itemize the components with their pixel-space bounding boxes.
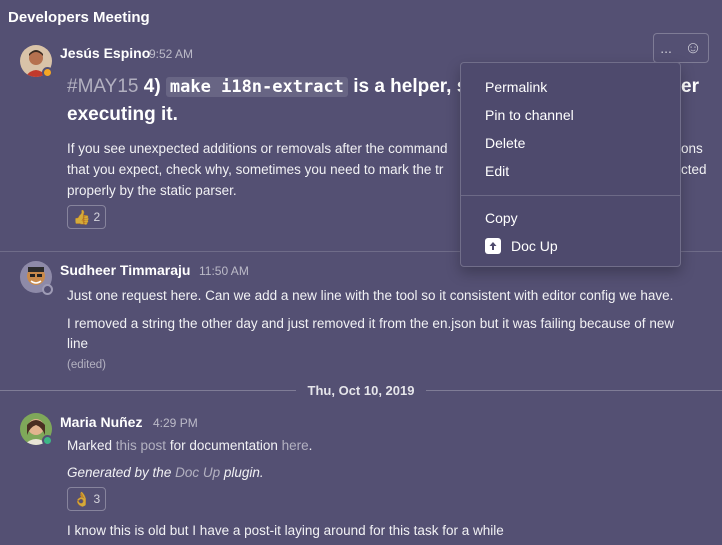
reaction-count: 3 [93, 492, 101, 506]
post-body-line1-tail: ons [681, 141, 703, 156]
post-actions: ... ☺ [653, 33, 709, 63]
channel-title: Developers Meeting [8, 9, 150, 26]
menu-item-copy[interactable]: Copy [461, 204, 680, 232]
status-away-icon [42, 67, 53, 78]
generated-suffix: plugin. [220, 465, 264, 480]
emoji-reaction-icon[interactable]: ☺ [684, 38, 701, 58]
heading-tail: er [681, 76, 699, 97]
post-body-line1: If you see unexpected additions or remov… [67, 141, 448, 156]
post-body-line3: line [67, 336, 89, 351]
post-body-line2-tail: cted [681, 162, 707, 177]
post-time[interactable]: 11:50 AM [199, 264, 249, 278]
edited-indicator: (edited) [67, 359, 106, 371]
post-author[interactable]: Jesús Espino [60, 45, 150, 61]
thumbsup-icon: 👍 [73, 208, 91, 225]
post-body-line2: I removed a string the other day and jus… [67, 316, 675, 331]
reaction-count: 2 [93, 210, 101, 224]
reaction-ok-hand[interactable]: 👌 3 [67, 487, 107, 511]
this-post-link[interactable]: this post [116, 438, 166, 453]
more-actions-icon[interactable]: ... [660, 40, 672, 56]
inline-code: make i18n-extract [165, 77, 348, 97]
post-author[interactable]: Maria Nuñez [60, 414, 142, 430]
upload-icon [485, 238, 501, 254]
post-body-generated: Generated by the Doc Up plugin. [67, 462, 264, 483]
here-link[interactable]: here [282, 438, 309, 453]
generated-prefix: Generated by the [67, 465, 176, 480]
marked-mid: for documentation [166, 438, 282, 453]
post-dot-menu: Permalink Pin to channel Delete Edit Cop… [460, 62, 681, 267]
menu-item-doc-up-label: Doc Up [511, 238, 558, 254]
menu-item-edit[interactable]: Edit [461, 157, 680, 185]
heading-mid: is a helper, s [347, 76, 468, 97]
post-body-marked: Marked this post for documentation here. [67, 435, 312, 456]
hashtag-link[interactable]: #MAY15 [67, 76, 138, 97]
post-body-last: I know this is old but I have a post-it … [67, 523, 504, 538]
date-separator-label: Thu, Oct 10, 2019 [307, 382, 415, 398]
post-heading-line2: executing it. [67, 104, 178, 125]
menu-divider [461, 195, 680, 196]
menu-item-doc-up[interactable]: Doc Up [461, 232, 680, 260]
menu-item-pin-to-channel[interactable]: Pin to channel [461, 101, 680, 129]
reaction-thumbsup[interactable]: 👍 2 [67, 205, 107, 229]
status-offline-icon [42, 284, 53, 295]
post-body-line2: that you expect, check why, sometimes yo… [67, 162, 444, 177]
marked-prefix: Marked [67, 438, 116, 453]
date-separator: Thu, Oct 10, 2019 [0, 381, 722, 399]
status-online-icon [42, 435, 53, 446]
ok-hand-icon: 👌 [73, 490, 91, 507]
post-body-line1: Just one request here. Can we add a new … [67, 288, 674, 303]
post-body-line3: properly by the static parser. [67, 183, 237, 198]
heading-prefix: 4) [138, 76, 166, 97]
menu-item-permalink[interactable]: Permalink [461, 73, 680, 101]
menu-item-delete[interactable]: Delete [461, 129, 680, 157]
marked-end: . [308, 438, 313, 453]
doc-up-link[interactable]: Doc Up [175, 465, 220, 480]
post-time[interactable]: 9:52 AM [149, 47, 193, 61]
post-author[interactable]: Sudheer Timmaraju [60, 262, 190, 278]
post-time[interactable]: 4:29 PM [153, 416, 198, 430]
